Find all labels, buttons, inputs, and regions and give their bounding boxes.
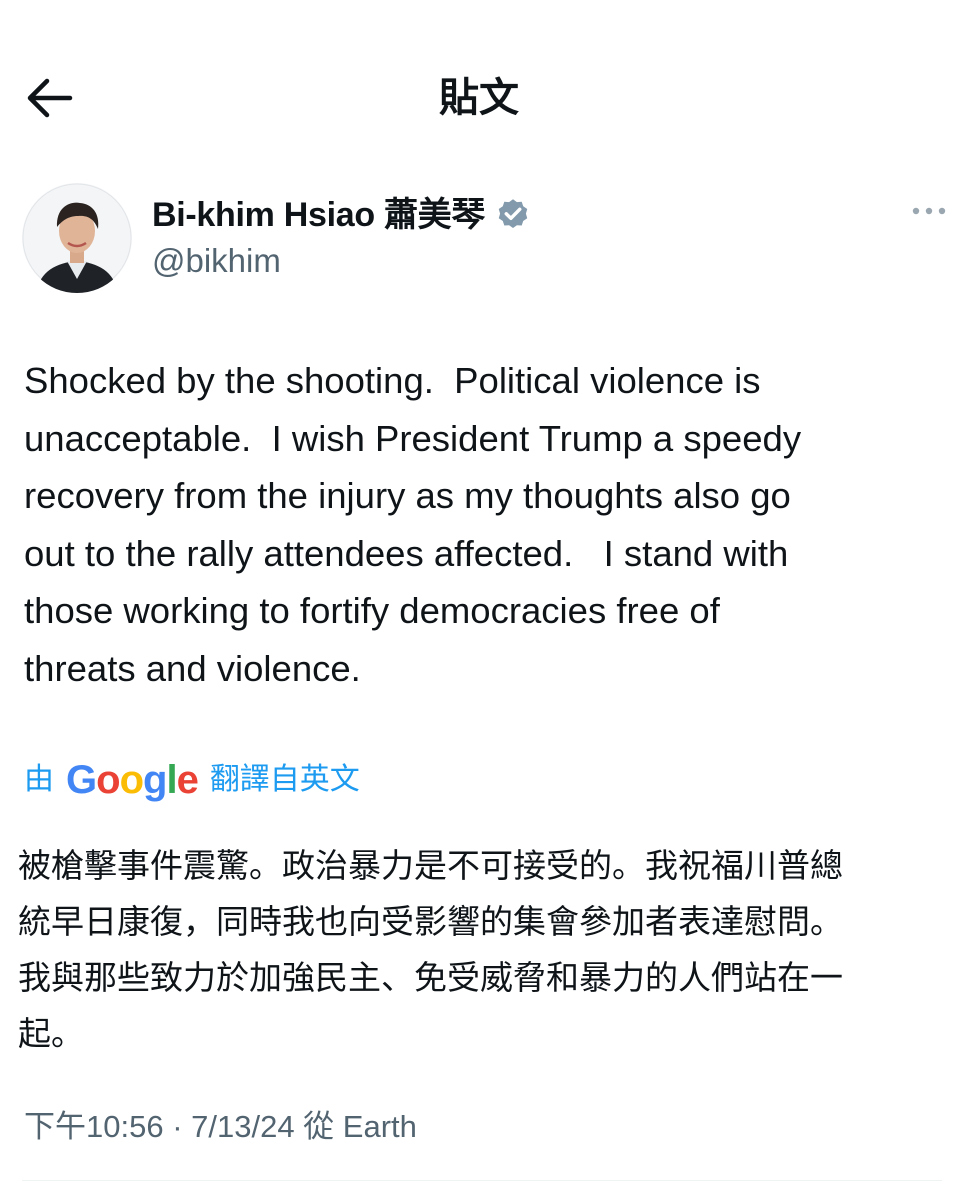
display-name: Bi-khim Hsiao 蕭美琴 xyxy=(152,196,486,234)
tweet-text: Shocked by the shooting. Political viole… xyxy=(24,360,802,689)
translation-attribution[interactable]: 由 Google 翻譯自英文 xyxy=(24,756,360,804)
tweet-timestamp[interactable]: 下午10:56 · 7/13/24 從 Earth xyxy=(24,1103,417,1151)
google-logo-letter: o xyxy=(119,758,144,802)
user-handle[interactable]: @bikhim xyxy=(152,239,281,283)
page-title: 貼文 xyxy=(439,76,519,120)
display-name-row[interactable]: Bi-khim Hsiao 蕭美琴 xyxy=(152,193,531,237)
more-options-button[interactable] xyxy=(910,199,950,223)
more-horizontal-icon xyxy=(912,207,946,215)
profile-photo xyxy=(22,183,132,293)
google-logo-letter: e xyxy=(176,758,199,802)
translation-suffix: 翻譯自英文 xyxy=(209,763,360,796)
tweet-author: Bi-khim Hsiao 蕭美琴 @bikhim xyxy=(0,175,958,295)
divider xyxy=(22,1180,942,1181)
google-logo: Google xyxy=(66,756,199,804)
google-logo-letter: g xyxy=(143,758,167,802)
google-logo-letter: G xyxy=(66,758,97,802)
verified-badge-icon xyxy=(498,199,528,229)
translation-prefix: 由 xyxy=(24,763,54,796)
top-bar: 貼文 xyxy=(0,0,958,170)
google-logo-letter: l xyxy=(166,758,177,802)
translated-tweet-text: 被槍擊事件震驚。政治暴力是不可接受的。我祝福川普總 統早日康復，同時我也向受影響… xyxy=(18,847,843,1052)
avatar[interactable] xyxy=(22,183,132,293)
google-logo-letter: o xyxy=(96,758,120,802)
